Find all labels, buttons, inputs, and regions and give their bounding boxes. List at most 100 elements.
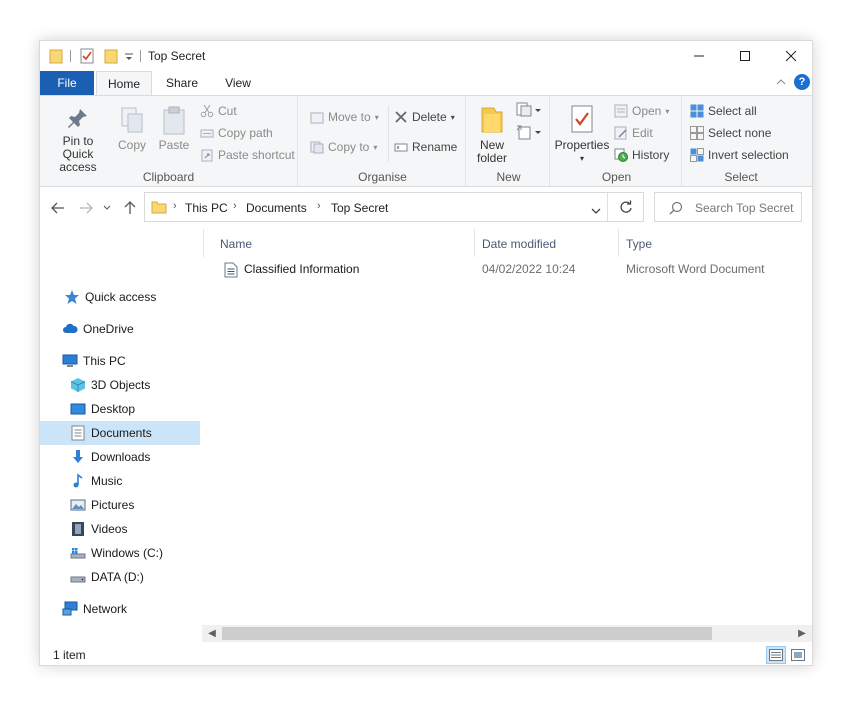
scroll-right-icon[interactable]: ▶: [794, 626, 810, 641]
breadcrumb-this-pc[interactable]: This PC: [185, 201, 228, 215]
breadcrumb-documents[interactable]: Documents: [246, 201, 307, 215]
address-dropdown-icon[interactable]: [591, 204, 601, 218]
large-icons-view-icon: [791, 649, 805, 661]
edit-icon: [614, 126, 627, 140]
column-header-name[interactable]: Name: [220, 233, 252, 255]
nav-item-videos[interactable]: Videos: [40, 517, 200, 541]
nav-item-pictures[interactable]: Pictures: [40, 493, 200, 517]
select-none-button[interactable]: Select none: [690, 126, 771, 140]
delete-button[interactable]: Delete ▾: [394, 110, 455, 124]
breadcrumb-top-secret[interactable]: Top Secret: [331, 201, 388, 215]
clipboard-group-label: Clipboard: [142, 170, 195, 184]
customize-quick-access-icon[interactable]: [124, 48, 134, 64]
properties-button[interactable]: Properties ▾: [554, 104, 610, 165]
nav-item-music[interactable]: Music: [40, 469, 200, 493]
open-button[interactable]: Open ▾: [614, 104, 669, 118]
forward-button[interactable]: [76, 198, 96, 218]
tab-view[interactable]: View: [212, 71, 264, 95]
scissors-icon: [200, 104, 214, 118]
chevron-down-icon: ▾: [450, 112, 455, 122]
nav-item-data-d[interactable]: DATA (D:): [40, 565, 200, 589]
open-group: Properties ▾ Open ▾ Edit History Open: [552, 96, 682, 186]
details-view-button[interactable]: [766, 646, 786, 664]
nav-item-quick-access[interactable]: Quick access: [40, 285, 200, 309]
rename-button[interactable]: Rename: [394, 140, 457, 154]
large-icons-view-button[interactable]: [788, 646, 808, 664]
paste-shortcut-icon: [201, 149, 213, 162]
close-button[interactable]: [768, 41, 814, 71]
new-folder-button[interactable]: New folder: [472, 104, 512, 165]
picture-icon: [70, 499, 86, 511]
chevron-down-icon: ▾: [373, 142, 378, 152]
column-separator[interactable]: [474, 229, 475, 257]
nav-item-desktop[interactable]: Desktop: [40, 397, 200, 421]
navigation-pane: Quick access OneDrive This PC 3D Objects…: [40, 229, 202, 637]
nav-item-this-pc[interactable]: This PC: [40, 349, 200, 373]
new-item-button[interactable]: [516, 102, 542, 121]
nav-item-3d-objects[interactable]: 3D Objects: [40, 373, 200, 397]
collapse-ribbon-icon[interactable]: [776, 77, 786, 90]
column-header-type[interactable]: Type: [626, 233, 652, 255]
select-group-label: Select: [724, 170, 758, 184]
tab-share[interactable]: Share: [154, 71, 210, 95]
ribbon: Pin to Quick access Copy Paste Cut Copy …: [40, 95, 812, 187]
easy-access-icon: [516, 125, 541, 140]
nav-item-network[interactable]: Network: [40, 597, 200, 621]
tab-home[interactable]: Home: [96, 71, 152, 95]
new-folder-quick-icon[interactable]: [104, 48, 118, 64]
nav-item-documents[interactable]: Documents: [40, 421, 200, 445]
nav-item-downloads[interactable]: Downloads: [40, 445, 200, 469]
new-group-label: New: [496, 170, 521, 184]
back-button[interactable]: [48, 198, 68, 218]
file-list: Name Date modified Type Classified Infor…: [202, 229, 812, 637]
copy-to-button[interactable]: Copy to ▾: [310, 140, 377, 154]
new-folder-icon: [481, 107, 503, 133]
nav-item-windows-c[interactable]: Windows (C:): [40, 541, 200, 565]
clipboard-group: Pin to Quick access Copy Paste Cut Copy …: [40, 96, 298, 186]
select-all-button[interactable]: Select all: [690, 104, 757, 118]
up-arrow-icon: [124, 201, 136, 214]
chevron-right-icon: ›: [233, 200, 237, 212]
search-input[interactable]: Search Top Secret: [695, 201, 794, 215]
move-to-button[interactable]: Move to ▾: [310, 110, 379, 124]
history-icon: [614, 148, 628, 162]
recent-locations-button[interactable]: [100, 198, 114, 218]
up-button[interactable]: [120, 198, 140, 218]
scrollbar-thumb[interactable]: [222, 627, 712, 640]
column-header-date-modified[interactable]: Date modified: [482, 233, 556, 255]
address-bar[interactable]: › This PC › Documents › Top Secret: [144, 192, 644, 222]
maximize-button[interactable]: [722, 41, 768, 71]
properties-check-icon[interactable]: [80, 48, 94, 64]
copy-path-button[interactable]: Copy path: [200, 126, 273, 140]
refresh-icon[interactable]: [619, 200, 633, 217]
table-row[interactable]: Classified Information 04/02/2022 10:24 …: [218, 259, 798, 281]
horizontal-scrollbar[interactable]: ◀ ▶: [202, 625, 812, 642]
nav-item-onedrive[interactable]: OneDrive: [40, 317, 200, 341]
cube-icon: [70, 378, 86, 392]
file-type: Microsoft Word Document: [626, 262, 765, 276]
window-title: Top Secret: [148, 49, 206, 63]
pin-to-quick-access-button[interactable]: Pin to Quick access: [46, 106, 110, 174]
invert-selection-button[interactable]: Invert selection: [690, 148, 789, 162]
column-separator[interactable]: [618, 229, 619, 257]
history-button[interactable]: History: [614, 148, 669, 162]
minimize-icon: [694, 55, 704, 57]
navigation-bar: › This PC › Documents › Top Secret Searc…: [40, 188, 812, 228]
drive-windows-icon: [70, 548, 86, 559]
cut-button[interactable]: Cut: [200, 104, 237, 118]
chevron-down-icon: ▾: [579, 154, 584, 163]
help-icon[interactable]: ?: [794, 74, 810, 90]
copy-button[interactable]: Copy: [114, 106, 150, 152]
tab-file[interactable]: File: [40, 71, 94, 95]
search-box[interactable]: Search Top Secret: [654, 192, 802, 222]
item-count: 1 item: [53, 648, 86, 662]
file-explorer-window: Top Secret File Home Share View ? Pin to…: [39, 40, 813, 666]
rename-icon: [394, 143, 408, 152]
paste-button[interactable]: Paste: [154, 106, 194, 152]
easy-access-button[interactable]: [516, 124, 542, 143]
paste-shortcut-button[interactable]: Paste shortcut: [200, 148, 295, 162]
minimize-button[interactable]: [676, 41, 722, 71]
edit-button[interactable]: Edit: [614, 126, 653, 140]
folder-icon: [151, 199, 167, 218]
scroll-left-icon[interactable]: ◀: [204, 626, 220, 641]
